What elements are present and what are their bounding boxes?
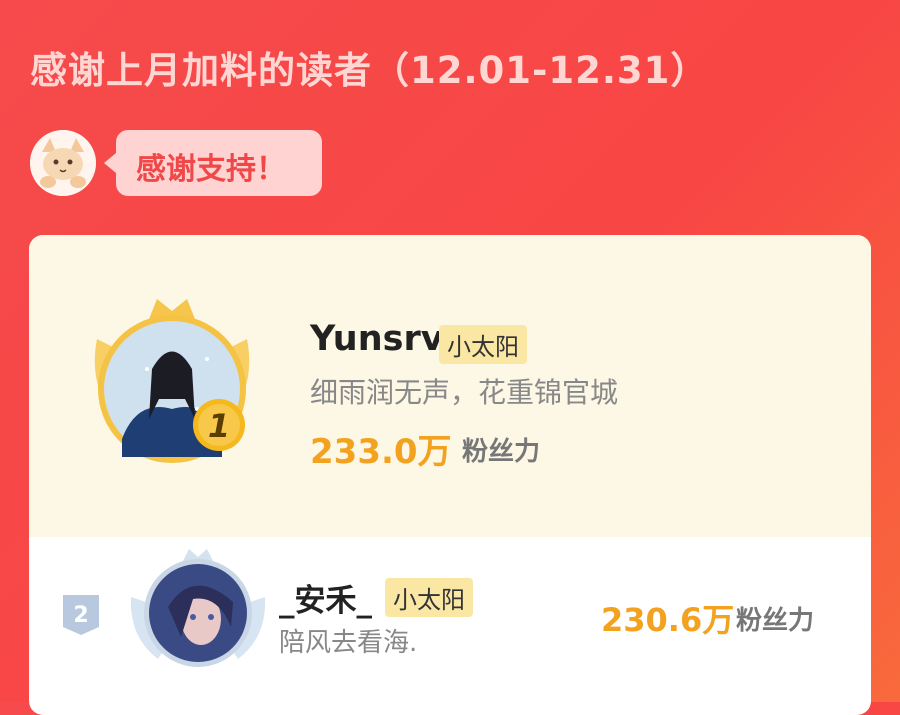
rank-2-fan-power-label: 粉丝力 bbox=[736, 606, 815, 636]
rank-1-badge-icon: 1 bbox=[193, 399, 245, 451]
svg-text:2: 2 bbox=[73, 603, 88, 628]
rank-2-name[interactable]: _安禾_ bbox=[279, 575, 372, 620]
fox-mascot-icon bbox=[30, 130, 96, 196]
page-title: 感谢上月加料的读者（12.01-12.31） bbox=[30, 49, 709, 92]
ranking-card: 1 Yunsrv 小太阳 细雨润无声，花重锦官城 233.0万 粉丝力 2 _安… bbox=[29, 235, 871, 715]
rank-2-avatar-frame[interactable] bbox=[123, 547, 273, 677]
rank-2-motto: 陪风去看海. bbox=[279, 628, 418, 658]
rank-1-avatar-frame[interactable]: 1 bbox=[67, 289, 277, 479]
thanks-text: 感谢支持！ bbox=[136, 152, 286, 187]
rank-1-level-badge: 小太阳 bbox=[439, 325, 527, 364]
thanks-bubble: 感谢支持！ bbox=[104, 130, 322, 196]
rank-1-motto: 细雨润无声，花重锦官城 bbox=[310, 376, 619, 409]
svg-text:1: 1 bbox=[208, 407, 230, 445]
mascot-avatar bbox=[30, 130, 96, 196]
rank-1-fan-power-label: 粉丝力 bbox=[462, 437, 541, 467]
rank-1-name[interactable]: Yunsrv bbox=[310, 319, 444, 359]
rank-2-level-badge: 小太阳 bbox=[385, 578, 473, 617]
rank-1-panel[interactable]: 1 Yunsrv 小太阳 细雨润无声，花重锦官城 233.0万 粉丝力 bbox=[29, 235, 871, 537]
rank-1-fan-power: 233.0万 bbox=[310, 432, 452, 472]
rank-2-badge-icon: 2 bbox=[63, 595, 99, 635]
rank-2-fan-power: 230.6万 bbox=[601, 601, 735, 639]
